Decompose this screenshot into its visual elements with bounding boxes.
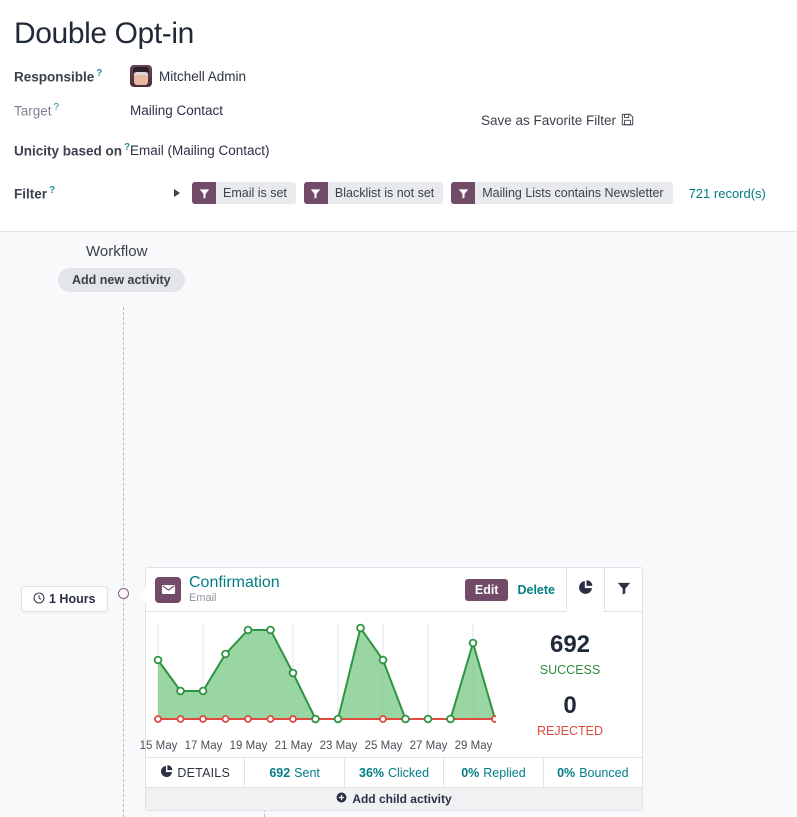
filter-tag-email-is-set[interactable]: Email is set — [192, 182, 296, 204]
activity-card-header: Confirmation Email Edit Delete — [146, 568, 642, 612]
target-value: Mailing Contact — [130, 103, 223, 118]
filter-tag-list: Email is set Blacklist is not set Mailin… — [174, 182, 766, 204]
stat-bounced-value: 0% — [557, 766, 575, 780]
add-child-activity-button[interactable]: Add child activity — [146, 787, 642, 810]
funnel-icon — [451, 182, 475, 204]
workflow-connector-line — [123, 307, 124, 817]
funnel-icon — [192, 182, 216, 204]
stat-bounced-label: Bounced — [579, 766, 628, 780]
activity-card-actions: Edit Delete — [465, 579, 566, 601]
field-unicity: Unicity based on? Email (Mailing Contact… — [14, 138, 797, 162]
responsible-value[interactable]: Mitchell Admin — [159, 69, 246, 84]
help-icon[interactable]: ? — [49, 185, 55, 196]
field-filter: Filter? Email is set Blacklist is not se… — [14, 181, 797, 205]
workflow-title: Workflow — [86, 243, 147, 260]
activity-stats-1: 692 SUCCESS 0 REJECTED — [496, 612, 644, 757]
tab-filter[interactable] — [604, 568, 642, 612]
stat-clicked-label: Clicked — [388, 766, 429, 780]
activity-type: Email — [189, 592, 465, 605]
activity-details-row: DETAILS 692 Sent 36% Clicked 0% Replied … — [146, 757, 642, 787]
pie-chart-icon — [578, 580, 593, 600]
stat-sent-value: 692 — [269, 766, 290, 780]
workflow-canvas: Workflow Add new activity 1 Hours Clicke… — [0, 232, 797, 817]
success-label: SUCCESS — [540, 662, 600, 678]
details-button[interactable]: DETAILS — [146, 758, 245, 787]
delete-button[interactable]: Delete — [517, 583, 555, 597]
stat-replied-value: 0% — [461, 766, 479, 780]
x-tick: 15 May — [136, 740, 181, 752]
x-tick: 17 May — [181, 740, 226, 752]
rejected-label: REJECTED — [537, 723, 603, 739]
field-label-filter: Filter? — [14, 185, 130, 202]
edit-button[interactable]: Edit — [465, 579, 509, 601]
x-tick: 25 May — [361, 740, 406, 752]
funnel-icon — [304, 182, 328, 204]
help-icon[interactable]: ? — [54, 102, 60, 113]
record-count-link[interactable]: 721 record(s) — [689, 186, 766, 201]
x-tick: 23 May — [316, 740, 361, 752]
activity-chart-1-svg — [146, 620, 496, 728]
floppy-disk-icon — [621, 113, 634, 128]
x-tick: 27 May — [406, 740, 451, 752]
field-target: Target? Mailing Contact — [14, 98, 797, 122]
field-label-responsible: Responsible? — [14, 68, 130, 85]
field-responsible: Responsible? Mitchell Admin — [14, 62, 797, 90]
filter-tag-label: Blacklist is not set — [328, 186, 443, 200]
filter-tag-label: Email is set — [216, 186, 296, 200]
unicity-value: Email (Mailing Contact) — [130, 143, 270, 158]
activity-card-titles: Confirmation Email — [189, 574, 465, 605]
avatar — [130, 65, 152, 87]
field-label-unicity: Unicity based on? — [14, 142, 130, 159]
x-tick: 21 May — [271, 740, 316, 752]
workflow-node-dot — [118, 588, 129, 599]
stat-sent-label: Sent — [294, 766, 320, 780]
activity-delay-label: 1 Hours — [49, 592, 96, 606]
stat-bounced[interactable]: 0% Bounced — [544, 758, 642, 787]
plus-circle-icon — [336, 792, 347, 806]
stat-clicked-value: 36% — [359, 766, 384, 780]
activity-delay-badge-1: 1 Hours — [21, 586, 108, 612]
filter-tag-blacklist-is-not-set[interactable]: Blacklist is not set — [304, 182, 443, 204]
help-icon[interactable]: ? — [96, 68, 102, 79]
add-new-activity-button[interactable]: Add new activity — [58, 268, 185, 292]
card-pointer — [138, 587, 146, 603]
activity-chart-1: 15 May 17 May 19 May 21 May 23 May 25 Ma… — [146, 612, 496, 757]
filter-tag-mailing-lists-contains-newsletter[interactable]: Mailing Lists contains Newsletter — [451, 182, 672, 204]
chevron-right-icon[interactable] — [174, 189, 180, 197]
x-tick: 29 May — [451, 740, 496, 752]
record-form-header: Double Opt-in Responsible? Mitchell Admi… — [0, 0, 797, 232]
activity-name[interactable]: Confirmation — [189, 574, 465, 592]
stat-replied-label: Replied — [483, 766, 525, 780]
activity-card-body: 15 May 17 May 19 May 21 May 23 May 25 Ma… — [146, 612, 642, 757]
success-count: 692 — [550, 630, 590, 660]
stat-clicked[interactable]: 36% Clicked — [345, 758, 444, 787]
pie-chart-icon — [160, 765, 173, 781]
page-title: Double Opt-in — [14, 14, 797, 54]
save-favorite-label: Save as Favorite Filter — [481, 113, 616, 128]
rejected-count: 0 — [563, 691, 576, 721]
activity-card-confirmation: Confirmation Email Edit Delete — [145, 567, 643, 811]
activity-chart-1-xlabels: 15 May 17 May 19 May 21 May 23 May 25 Ma… — [146, 740, 496, 752]
tab-graph[interactable] — [566, 568, 604, 612]
chart-area-fill — [158, 628, 495, 719]
filter-tag-label: Mailing Lists contains Newsletter — [475, 186, 672, 200]
stat-replied[interactable]: 0% Replied — [444, 758, 543, 787]
clock-icon — [33, 592, 45, 606]
funnel-icon — [617, 581, 631, 600]
stat-sent[interactable]: 692 Sent — [245, 758, 344, 787]
details-label: DETAILS — [177, 766, 230, 780]
x-tick: 19 May — [226, 740, 271, 752]
envelope-icon — [155, 577, 181, 603]
save-as-favorite-filter-button[interactable]: Save as Favorite Filter — [481, 113, 634, 128]
field-label-target: Target? — [14, 102, 130, 119]
add-child-activity-label: Add child activity — [352, 792, 451, 806]
